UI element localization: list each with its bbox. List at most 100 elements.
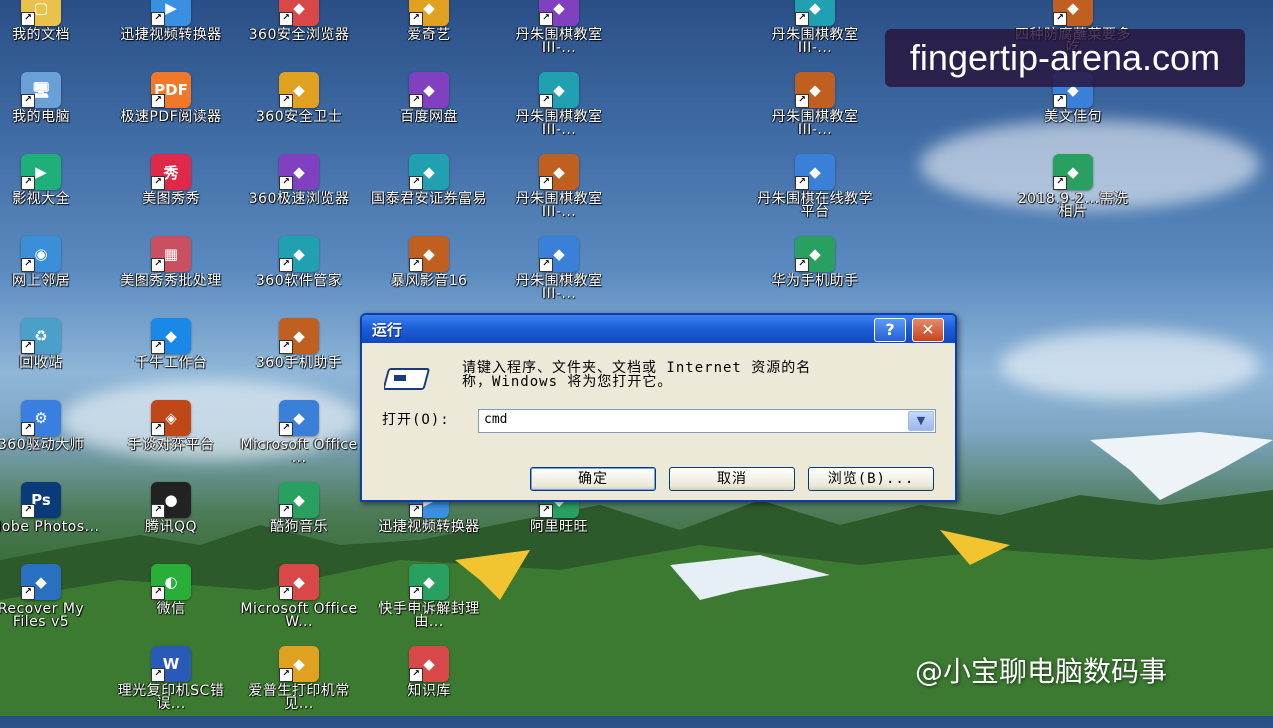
app-icon: ⚙ ↗: [21, 400, 61, 436]
desktop-icon-label: 360安全卫士: [255, 109, 343, 125]
shortcut-arrow-icon: ↗: [409, 668, 423, 682]
desktop-icon-label: 百度网盘: [400, 109, 458, 125]
desktop-icon[interactable]: ◆ ↗ 丹朱围棋教室III-...: [500, 72, 618, 154]
app-icon: ◆↗: [279, 72, 319, 108]
app-icon: ◆↗: [539, 72, 579, 108]
desktop-icon[interactable]: 秀 ↗ 美图秀秀: [112, 154, 230, 236]
shortcut-arrow-icon: ↗: [409, 586, 423, 600]
desktop-icon[interactable]: ▶ ↗ 影视大全: [0, 154, 100, 236]
desktop-icon-label: 知识库: [407, 683, 451, 699]
desktop-icon[interactable]: ◆ ↗ 2018.9-2...需洗相片: [1014, 154, 1132, 236]
desktop-icon-label: 千牛工作台: [134, 355, 208, 371]
help-button[interactable]: ?: [874, 318, 906, 342]
app-icon: ◉ ↗: [21, 236, 61, 272]
shortcut-arrow-icon: ↗: [21, 504, 35, 518]
desktop-icon[interactable]: ⚙ ↗ 360驱动大师: [0, 400, 100, 482]
desktop-icon[interactable]: ◆ ↗ 酷狗音乐: [240, 482, 358, 564]
app-icon: ◈ ↗: [151, 400, 191, 436]
shortcut-arrow-icon: ↗: [795, 94, 809, 108]
desktop-icon[interactable]: ▢ ↗ 我的文档: [0, 0, 100, 72]
desktop-icon-label: 暴风影音16: [390, 273, 468, 289]
app-icon: ◆↗: [409, 72, 449, 108]
desktop-icon[interactable]: ◆ ↗ 丹朱围棋教室III-...: [756, 72, 874, 154]
desktop-icon-label: 迅捷视频转换器: [378, 519, 480, 535]
dialog-titlebar[interactable]: 运行 ? ✕: [362, 315, 955, 343]
desktop-icon-label: 360驱动大师: [0, 437, 85, 453]
desktop-icon[interactable]: ◆ ↗ 丹朱围棋教室III-...: [500, 236, 618, 318]
desktop-icon[interactable]: Ps↗Adobe Photos...: [0, 482, 100, 564]
ok-button[interactable]: 确定: [530, 467, 656, 491]
desktop-icon-label: 华为手机助手: [771, 273, 859, 289]
desktop-icon[interactable]: ◆ ↗ 360安全浏览器: [240, 0, 358, 72]
desktop-icon[interactable]: ◆ ↗ 丹朱围棋在线教学平台: [756, 154, 874, 236]
desktop-icon-label: 网上邻居: [12, 273, 70, 289]
close-button[interactable]: ✕: [912, 318, 944, 342]
desktop-icon[interactable]: ◆ ↗ 丹朱围棋教室III-...: [500, 0, 618, 72]
shortcut-arrow-icon: ↗: [151, 340, 165, 354]
desktop-icon-label: 极速PDF阅读器: [120, 109, 222, 125]
desktop-icon-label: 国泰君安证券富易: [371, 191, 487, 207]
desktop-icon[interactable]: ◆ ↗ 360安全卫士: [240, 72, 358, 154]
desktop-icon[interactable]: ▦ ↗ 美图秀秀批处理: [112, 236, 230, 318]
shortcut-arrow-icon: ↗: [1053, 176, 1067, 190]
shortcut-arrow-icon: ↗: [409, 176, 423, 190]
app-icon: ◆↗: [795, 236, 835, 272]
app-icon: ◆↗: [279, 400, 319, 436]
desktop-icon-label: Recover My Files v5: [0, 601, 85, 630]
desktop-icon[interactable]: ◆ ↗ 千牛工作台: [112, 318, 230, 400]
open-combobox[interactable]: cmd ▼: [478, 409, 936, 433]
app-icon: ◆↗: [279, 236, 319, 272]
desktop-icon[interactable]: ◆ ↗ 丹朱围棋教室III-...: [500, 154, 618, 236]
watermark-author: @小宝聊电脑数码事: [915, 655, 1168, 688]
desktop-icon[interactable]: ◈ ↗ 手谈对弈平台: [112, 400, 230, 482]
desktop-icon[interactable]: ◆ ↗ 360软件管家: [240, 236, 358, 318]
app-icon: ◆↗: [409, 564, 449, 600]
app-icon: ▶↗: [21, 154, 61, 190]
desktop-icon[interactable]: ◆ ↗ 暴风影音16: [370, 236, 488, 318]
desktop-icon-label: 爱普生打印机常见...: [248, 683, 350, 712]
desktop-icon[interactable]: ◉ ↗ 网上邻居: [0, 236, 100, 318]
desktop-icon[interactable]: ♻ ↗ 回收站: [0, 318, 100, 400]
shortcut-arrow-icon: ↗: [409, 12, 423, 26]
shortcut-arrow-icon: ↗: [1053, 94, 1067, 108]
desktop-icon[interactable]: ◆ ↗ 百度网盘: [370, 72, 488, 154]
desktop-icon[interactable]: ◆ ↗ 360手机助手: [240, 318, 358, 400]
shortcut-arrow-icon: ↗: [1053, 12, 1067, 26]
desktop-icon[interactable]: ◐ ↗ 微信: [112, 564, 230, 646]
desktop-icon[interactable]: ● ↗ 腾讯QQ: [112, 482, 230, 564]
desktop-icon[interactable]: ◆ ↗ Microsoft Office W...: [240, 564, 358, 646]
desktop-icon-label: 美图秀秀: [142, 191, 200, 207]
desktop-icon-label: 丹朱围棋教室III-...: [515, 109, 603, 138]
prompt-line-1: 请键入程序、文件夹、文档或 Internet 资源的名: [462, 360, 812, 376]
desktop-icon[interactable]: ◆ ↗ 360极速浏览器: [240, 154, 358, 236]
desktop-icon[interactable]: PDF ↗ 极速PDF阅读器: [112, 72, 230, 154]
chevron-down-icon[interactable]: ▼: [908, 411, 934, 431]
desktop-icon[interactable]: ◆ ↗ Microsoft Office ...: [240, 400, 358, 482]
app-icon: ◆↗: [279, 646, 319, 682]
shortcut-arrow-icon: ↗: [151, 176, 165, 190]
desktop-icon-label: 爱奇艺: [407, 27, 451, 43]
desktop-icon[interactable]: ◆ ↗ 华为手机助手: [756, 236, 874, 318]
desktop-icon[interactable]: 🖥 ↗ 我的电脑: [0, 72, 100, 154]
shortcut-arrow-icon: ↗: [279, 258, 293, 272]
desktop-icon[interactable]: ▶↗迅捷视频转换器: [112, 0, 230, 72]
browse-button[interactable]: 浏览(B)...: [808, 467, 934, 491]
desktop-icon[interactable]: ◆ ↗ 丹朱围棋教室III-...: [756, 0, 874, 72]
shortcut-arrow-icon: ↗: [409, 94, 423, 108]
app-icon: ◆↗: [279, 154, 319, 190]
shortcut-arrow-icon: ↗: [279, 504, 293, 518]
watermark-site: fingertip-arena.com: [885, 29, 1245, 87]
desktop-icon[interactable]: ◆ ↗ 爱奇艺: [370, 0, 488, 72]
shortcut-arrow-icon: ↗: [795, 176, 809, 190]
cancel-button[interactable]: 取消: [669, 467, 795, 491]
shortcut-arrow-icon: ↗: [279, 668, 293, 682]
desktop-icon[interactable]: ◆ ↗ Recover My Files v5: [0, 564, 100, 646]
desktop-icon[interactable]: ◆ ↗ 快手申诉解封理由...: [370, 564, 488, 646]
app-icon: ◆↗: [279, 482, 319, 518]
desktop-icon[interactable]: ◆ ↗ 国泰君安证券富易: [370, 154, 488, 236]
app-icon: ◆↗: [1053, 154, 1093, 190]
shortcut-arrow-icon: ↗: [539, 258, 553, 272]
shortcut-arrow-icon: ↗: [539, 504, 553, 518]
open-input-value[interactable]: cmd: [484, 412, 507, 427]
desktop-icon-label: 2018.9-2...需洗相片: [1017, 191, 1129, 220]
